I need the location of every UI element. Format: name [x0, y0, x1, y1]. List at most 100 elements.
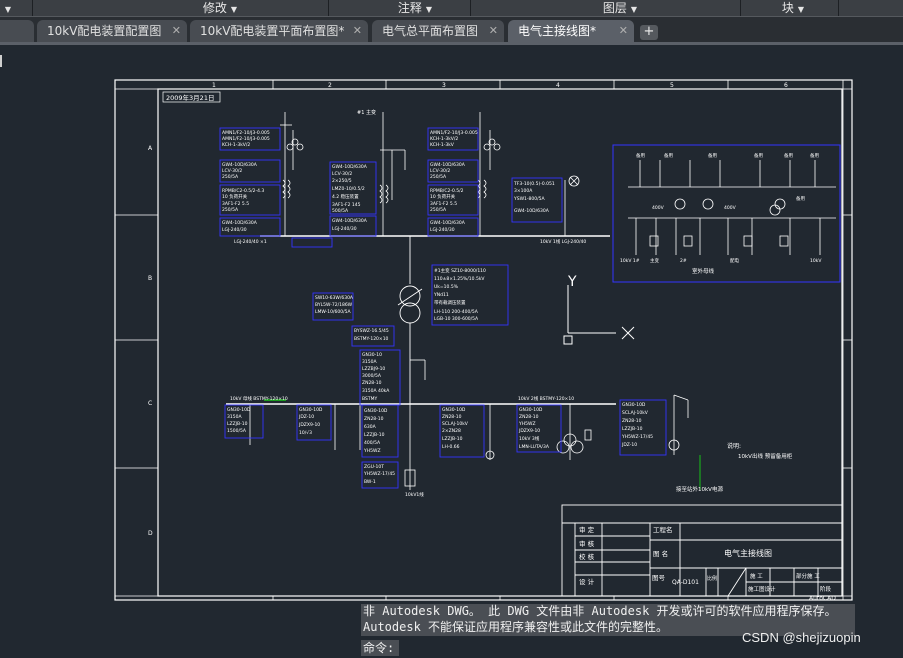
- svg-text:SCLAJ-10kV: SCLAJ-10kV: [622, 410, 649, 416]
- svg-text:GN30-10: GN30-10: [362, 352, 382, 358]
- svg-text:YH5WZ-17/45: YH5WZ-17/45: [363, 471, 395, 477]
- svg-text:GW4-10D/630A: GW4-10D/630A: [332, 164, 368, 170]
- aux-title: 室外母线: [692, 267, 715, 275]
- title-block-lines: [561, 504, 843, 597]
- svg-text:LCV-30/2: LCV-30/2: [430, 168, 450, 174]
- svg-text:JDZ-10: JDZ-10: [621, 442, 637, 448]
- svg-text:YSW1-800/5A: YSW1-800/5A: [513, 196, 546, 202]
- svg-text:LMN-LUTA/3A: LMN-LUTA/3A: [519, 444, 550, 450]
- svg-text:#1主变 SZ10-8000/110: #1主变 SZ10-8000/110: [434, 267, 486, 274]
- svg-text:250/5A: 250/5A: [430, 207, 447, 213]
- svg-text:AMN1/F2-10/J3-0.005: AMN1/F2-10/J3-0.005: [430, 130, 478, 136]
- svg-text:Uk=10.5%: Uk=10.5%: [434, 284, 459, 290]
- title-design: 设 计: [579, 577, 595, 586]
- svg-text:ZGU-10T: ZGU-10T: [364, 464, 384, 470]
- main-transformer: [397, 236, 423, 404]
- svg-text:TF3-10(0.5)-0.051: TF3-10(0.5)-0.051: [513, 181, 555, 187]
- svg-text:GW4-10D/630A: GW4-10D/630A: [222, 162, 258, 168]
- svg-text:LGJ-240/30: LGJ-240/30: [222, 227, 247, 233]
- svg-text:3150A 40kA: 3150A 40kA: [362, 388, 390, 394]
- row-mark: B: [148, 275, 152, 282]
- title-name-label: 图 名: [653, 549, 668, 558]
- command-prompt[interactable]: 命令:: [361, 640, 399, 656]
- title-review: 审 核: [579, 539, 595, 548]
- svg-text:10 负荷开关: 10 负荷开关: [430, 193, 456, 200]
- svg-text:LGB-10 300-600/5A: LGB-10 300-600/5A: [434, 316, 479, 322]
- title-stage2: 部分施 工: [796, 572, 820, 580]
- svg-text:KCH-1-3kV/2: KCH-1-3kV/2: [430, 136, 458, 142]
- row-mark: C: [148, 400, 152, 407]
- svg-text:AMN1/F2-10/J3-0.005: AMN1/F2-10/J3-0.005: [222, 130, 270, 136]
- svg-text:3AF1-F2 5.5: 3AF1-F2 5.5: [222, 201, 249, 207]
- svg-text:GW4-10D/630A: GW4-10D/630A: [332, 218, 368, 224]
- svg-text:400/5A: 400/5A: [364, 440, 381, 446]
- title-project-label: 工程名: [653, 525, 673, 534]
- svg-text:YH5WZ-17/45: YH5WZ-17/45: [621, 434, 653, 440]
- svg-text:3000/5A: 3000/5A: [362, 373, 382, 379]
- drawing-date: 2009年3月21日: [166, 93, 214, 102]
- svg-text:ZN28-10: ZN28-10: [364, 416, 384, 422]
- svg-text:JDZX9-10: JDZX9-10: [518, 428, 540, 434]
- svg-text:250/5A: 250/5A: [222, 207, 239, 213]
- svg-text:ZN28-10: ZN28-10: [519, 414, 539, 420]
- title-check: 校 核: [579, 552, 595, 561]
- svg-text:2×ZN28: 2×ZN28: [442, 428, 461, 434]
- svg-text:LZZBJ9-10: LZZBJ9-10: [362, 366, 385, 372]
- svg-text:ZN28-10: ZN28-10: [622, 418, 642, 424]
- svg-text:4.2 稳压装置: 4.2 稳压装置: [332, 193, 359, 200]
- svg-text:RPMB/C2-0.5/2-4.3: RPMB/C2-0.5/2-4.3: [222, 188, 264, 194]
- ucs-icon: [563, 285, 635, 345]
- svg-text:GN30-10D: GN30-10D: [364, 408, 388, 414]
- svg-text:KCH-1-3kV/2: KCH-1-3kV/2: [222, 142, 250, 148]
- svg-text:GW4-10D/630A: GW4-10D/630A: [430, 220, 466, 226]
- svg-text:3AF1-F2 145: 3AF1-F2 145: [332, 202, 361, 208]
- svg-text:YH5WZ: YH5WZ: [518, 421, 536, 427]
- svg-text:备用: 备用: [636, 152, 645, 159]
- svg-text:LH-110 200-400/5A: LH-110 200-400/5A: [434, 309, 479, 315]
- outer-border: [114, 79, 853, 601]
- title-no-label: 图号: [652, 574, 666, 582]
- ucs-y-label: Y: [567, 274, 577, 290]
- svg-text:ZN28-10: ZN28-10: [362, 380, 382, 386]
- svg-text:LMZ0-10/0.5/2: LMZ0-10/0.5/2: [332, 186, 365, 192]
- col-mark: 2: [328, 82, 332, 89]
- svg-text:备用: 备用: [664, 152, 673, 159]
- svg-text:10kV1线: 10kV1线: [405, 491, 424, 498]
- svg-text:2×250/5: 2×250/5: [332, 178, 352, 184]
- title-project: 施工图设计: [748, 585, 776, 593]
- svg-text:备用: 备用: [810, 152, 819, 159]
- svg-text:250/5A: 250/5A: [430, 174, 447, 180]
- title-drawing-no: QA-D101: [672, 579, 699, 586]
- title-stage-label: 阶段: [820, 585, 832, 593]
- svg-text:GW4-10D/630A: GW4-10D/630A: [430, 162, 466, 168]
- svg-text:3×100A: 3×100A: [514, 188, 533, 194]
- svg-text:SCLAJ-10kV: SCLAJ-10kV: [442, 421, 469, 427]
- svg-text:LCV-30/2: LCV-30/2: [332, 171, 352, 177]
- svg-text:400V: 400V: [724, 205, 737, 211]
- svg-text:BSTMY: BSTMY: [362, 396, 377, 402]
- cable-note: 接至站外10kV电源: [676, 485, 723, 493]
- svg-text:500/5A: 500/5A: [332, 208, 349, 214]
- svg-text:110±8×1.25%/10.5kV: 110±8×1.25%/10.5kV: [434, 276, 485, 282]
- svg-text:#1 主变: #1 主变: [357, 109, 376, 116]
- title-approve: 审 定: [579, 525, 595, 534]
- svg-text:JDZ-10: JDZ-10: [298, 414, 314, 420]
- svg-text:BSTMY-120×10: BSTMY-120×10: [354, 336, 389, 342]
- svg-text:备用: 备用: [784, 152, 793, 159]
- title-scale-label: 比例: [707, 575, 717, 582]
- svg-text:ZN28-10: ZN28-10: [442, 414, 462, 420]
- svg-text:LZZJB-10: LZZJB-10: [622, 426, 643, 432]
- svg-text:LGJ-240/40 ×1: LGJ-240/40 ×1: [234, 239, 267, 245]
- svg-text:JDZX9-10: JDZX9-10: [298, 422, 320, 428]
- svg-text:GN30-10D: GN30-10D: [622, 402, 646, 408]
- note-body: 10kV出线 预留备用柜: [738, 452, 793, 460]
- svg-text:10kV: 10kV: [810, 258, 822, 264]
- svg-text:RPMB/C2-0.5/2: RPMB/C2-0.5/2: [430, 188, 464, 194]
- autocad-label: AutoCAD: [809, 595, 836, 602]
- svg-text:SW10-63W/630A: SW10-63W/630A: [315, 295, 354, 301]
- svg-text:BYL5W-72/186W: BYL5W-72/186W: [315, 302, 353, 308]
- col-mark: 5: [670, 82, 674, 89]
- svg-text:GN30-10D: GN30-10D: [227, 407, 251, 413]
- drawing-sheet: 1 2 3 4 5 6 A B C D 2009年3月21日 AMN1/F2-1…: [114, 79, 853, 602]
- svg-text:10 负荷开关: 10 负荷开关: [222, 193, 248, 200]
